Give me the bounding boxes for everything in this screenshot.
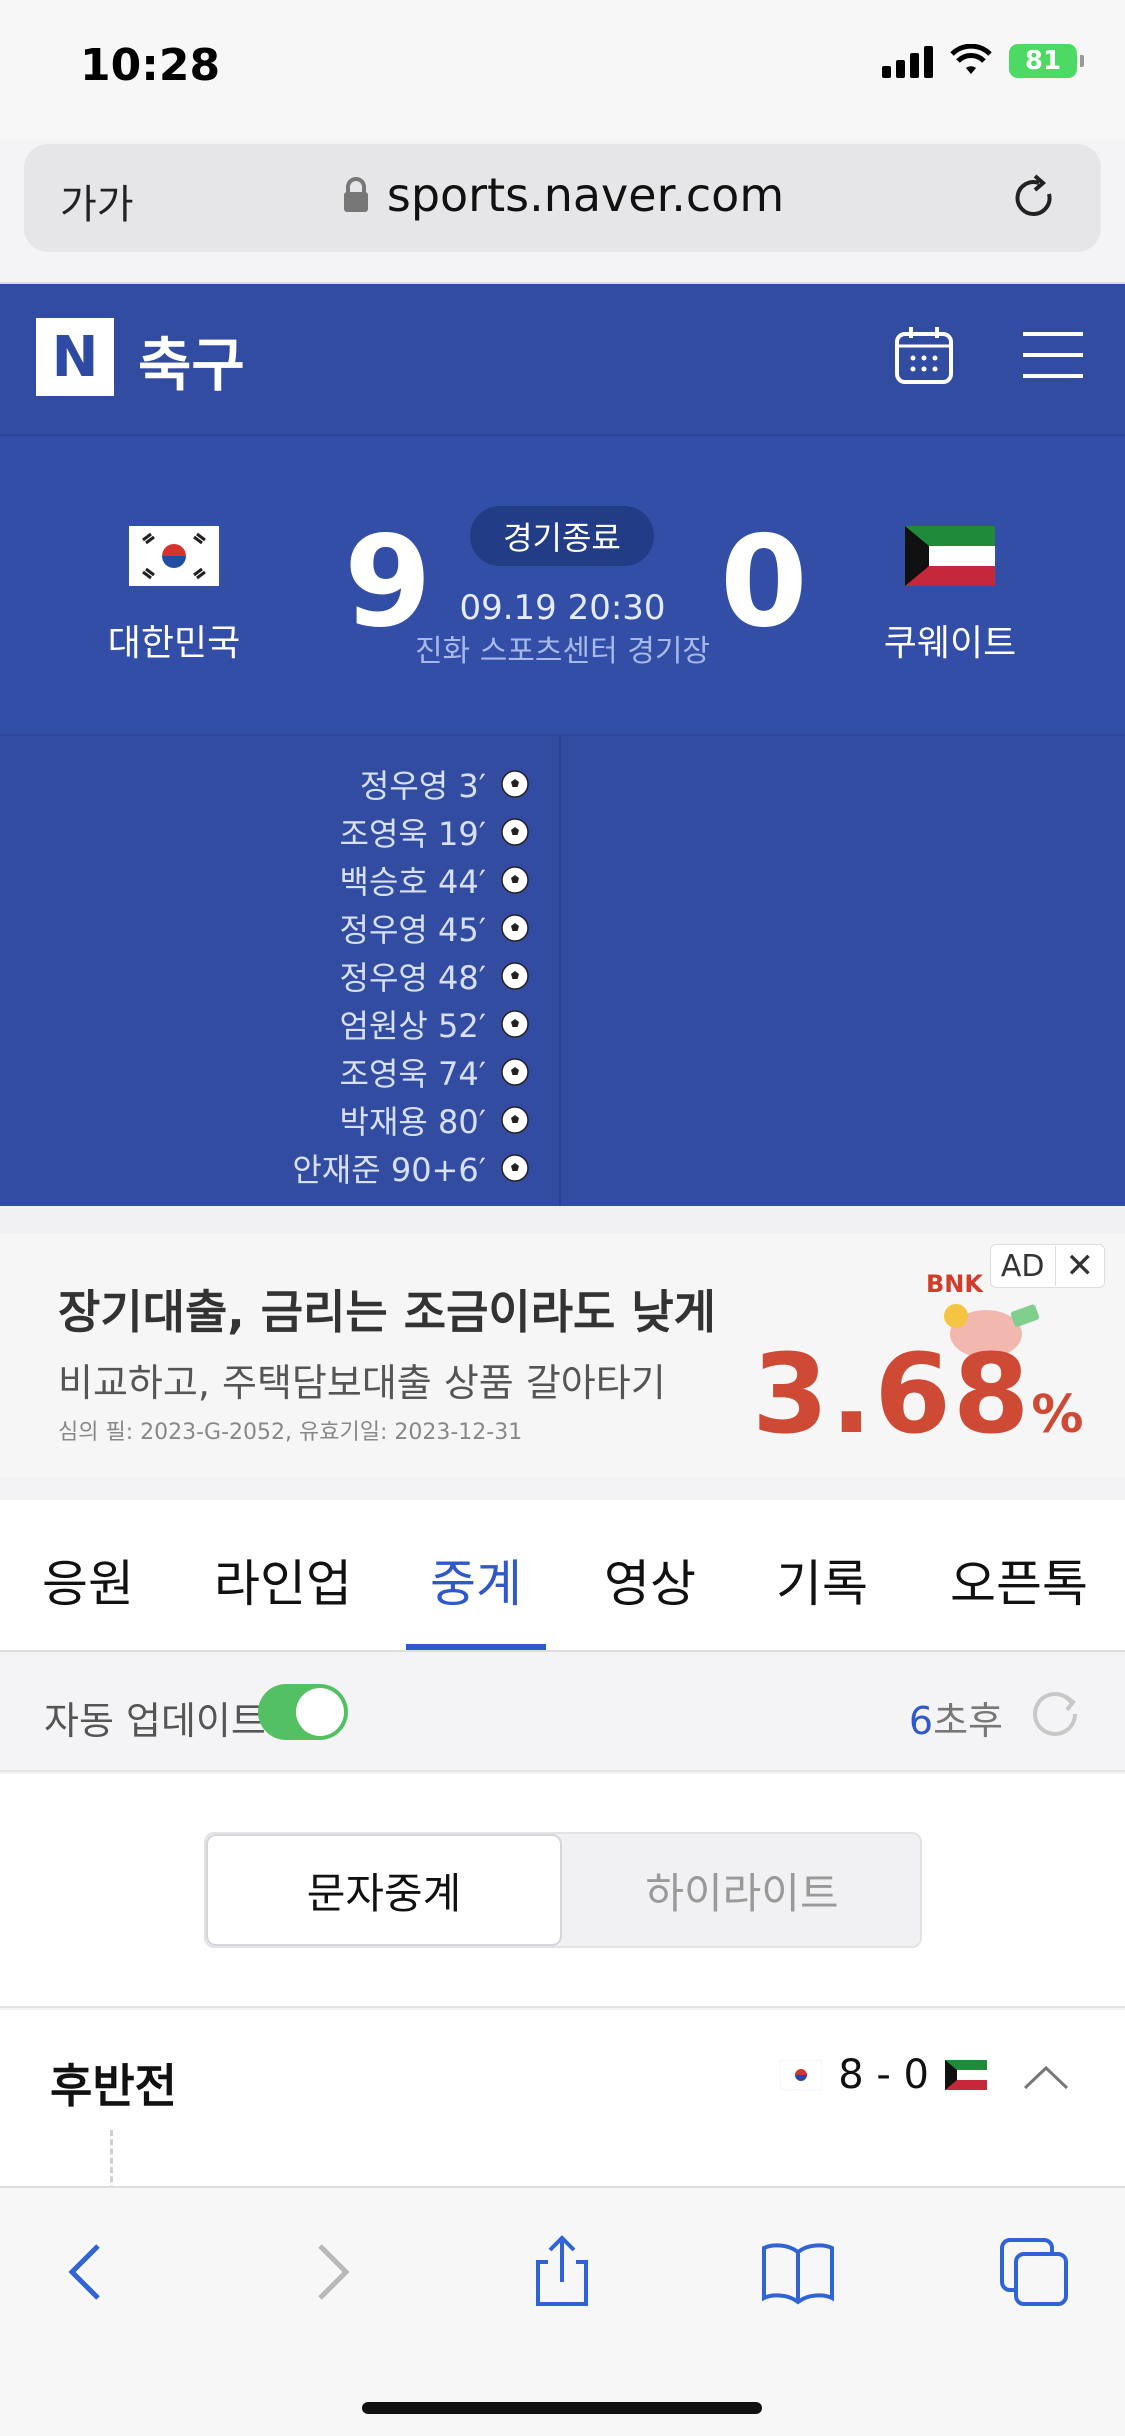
lock-icon: [343, 177, 368, 212]
share-icon[interactable]: [524, 2234, 600, 2310]
soccer-ball-icon: [501, 866, 529, 894]
cellular-signal-icon: [882, 44, 933, 78]
korea-flag-icon: [129, 526, 219, 586]
goal-row: 정우영 48′: [0, 952, 530, 1000]
goal-row: 박재용 80′: [0, 1096, 530, 1144]
home-goal-list: 정우영 3′ 조영욱 19′ 백승호 44′ 정우영 45′ 정우영 48′ 엄…: [0, 760, 530, 1192]
ad-rate-value: 3.68: [752, 1330, 1032, 1458]
ad-close-icon[interactable]: ✕: [1054, 1246, 1105, 1286]
goal-row: 정우영 3′: [0, 760, 530, 808]
ad-note: 심의 필: 2023-G-2052, 유효기일: 2023-12-31: [58, 1420, 523, 1445]
goal-text: 엄원상 52′: [339, 1007, 486, 1045]
goal-text: 정우영 3′: [359, 767, 486, 805]
auto-update-toggle[interactable]: [258, 1684, 348, 1740]
url-text: sports.naver.com: [386, 168, 785, 222]
half-section: 후반전 8 - 0: [0, 2010, 1125, 2210]
soccer-ball-icon: [501, 818, 529, 846]
auto-update-label: 자동 업데이트: [44, 1699, 266, 1743]
countdown-number: 6: [908, 1699, 934, 1743]
calendar-icon[interactable]: [893, 324, 955, 386]
ad-banner[interactable]: 장기대출, 금리는 조금이라도 낮게 비교하고, 주택담보대출 상품 갈아타기 …: [0, 1206, 1125, 1506]
auto-update-bar: 자동 업데이트 6초후: [0, 1652, 1125, 1772]
goal-row: 조영욱 74′: [0, 1048, 530, 1096]
goal-text: 박재용 80′: [339, 1103, 486, 1141]
wifi-icon: [950, 44, 992, 74]
goal-text: 정우영 45′: [339, 911, 486, 949]
bookmarks-icon[interactable]: [760, 2234, 836, 2310]
kuwait-flag-icon: [905, 526, 995, 586]
ad-rate: 3.68%: [752, 1330, 1086, 1458]
soccer-ball-icon: [501, 1106, 529, 1134]
refresh-icon[interactable]: [1027, 1684, 1083, 1740]
away-team[interactable]: 쿠웨이트: [820, 526, 1080, 666]
status-time: 10:28: [80, 40, 221, 91]
active-tab-indicator: [406, 1644, 546, 1650]
hamburger-menu-icon[interactable]: [1023, 330, 1083, 380]
goal-row: 엄원상 52′: [0, 1000, 530, 1048]
tab-stats[interactable]: 기록: [776, 1544, 868, 1616]
half-title: 후반전: [50, 2059, 177, 2113]
soccer-ball-icon: [501, 1010, 529, 1038]
tab-broadcast[interactable]: 중계: [430, 1544, 522, 1616]
home-indicator: [362, 2402, 762, 2414]
soccer-ball-icon: [501, 1154, 529, 1182]
goal-scorers: 정우영 3′ 조영욱 19′ 백승호 44′ 정우영 45′ 정우영 48′ 엄…: [0, 734, 1125, 1208]
ad-title: 장기대출, 금리는 조금이라도 낮게: [58, 1285, 716, 1339]
tab-cheer[interactable]: 응원: [42, 1544, 134, 1616]
back-icon[interactable]: [52, 2234, 128, 2310]
naver-logo[interactable]: N: [36, 318, 114, 396]
browser-toolbar: [0, 2186, 1125, 2436]
text-commentary-button[interactable]: 문자중계: [206, 1834, 562, 1946]
goal-row: 백승호 44′: [0, 856, 530, 904]
ad-label: AD: [1000, 1248, 1045, 1284]
commentary-mode-area: 문자중계 하이라이트: [0, 1774, 1125, 2008]
kuwait-flag-icon: [945, 2060, 987, 2090]
tab-video[interactable]: 영상: [604, 1544, 696, 1616]
tabs-icon[interactable]: [996, 2234, 1072, 2310]
goal-row: 정우영 45′: [0, 904, 530, 952]
goal-row: 조영욱 19′: [0, 808, 530, 856]
status-bar: 10:28 81: [0, 0, 1125, 140]
goals-divider: [559, 736, 561, 1208]
half-score: 8 - 0: [780, 2052, 987, 2098]
tab-lineup[interactable]: 라인업: [214, 1544, 352, 1616]
away-team-name: 쿠웨이트: [883, 623, 1017, 664]
match-tabs: 응원 라인업 중계 영상 기록 오픈톡: [0, 1500, 1125, 1652]
ad-badge: AD ✕: [989, 1244, 1105, 1288]
soccer-ball-icon: [501, 770, 529, 798]
half-score-text: 8 - 0: [838, 2052, 929, 2098]
soccer-ball-icon: [501, 1058, 529, 1086]
ad-subtitle: 비교하고, 주택담보대출 상품 갈아타기: [58, 1361, 666, 1405]
ad-content[interactable]: 장기대출, 금리는 조금이라도 낮게 비교하고, 주택담보대출 상품 갈아타기 …: [0, 1234, 1125, 1478]
url-display[interactable]: sports.naver.com: [24, 168, 1101, 222]
goal-row: 안재준 90+6′: [0, 1144, 530, 1192]
chevron-up-icon[interactable]: [1021, 2062, 1071, 2092]
goal-text: 안재준 90+6′: [292, 1151, 486, 1189]
countdown-suffix: 초후: [933, 1699, 1003, 1743]
highlight-button[interactable]: 하이라이트: [564, 1834, 920, 1946]
battery-icon: 81: [1009, 44, 1084, 78]
match-status-badge: 경기종료: [470, 506, 654, 566]
soccer-ball-icon: [501, 962, 529, 990]
goal-text: 백승호 44′: [339, 863, 486, 901]
goal-text: 정우영 48′: [339, 959, 486, 997]
goal-text: 조영욱 19′: [339, 815, 486, 853]
commentary-mode-switch: 문자중계 하이라이트: [204, 1832, 922, 1948]
address-bar[interactable]: 가가 sports.naver.com: [24, 144, 1101, 252]
site-header: N 축구: [0, 284, 1125, 434]
refresh-countdown: 6초후: [909, 1690, 1003, 1745]
reload-icon[interactable]: [1009, 172, 1061, 224]
korea-flag-icon: [780, 2060, 823, 2090]
forward-icon[interactable]: [290, 2234, 366, 2310]
status-icons: 81: [882, 44, 1084, 78]
goal-text: 조영욱 74′: [339, 1055, 486, 1093]
page-title[interactable]: 축구: [138, 318, 245, 402]
soccer-ball-icon: [501, 914, 529, 942]
tab-open-talk[interactable]: 오픈톡: [950, 1544, 1088, 1616]
scoreboard: 대한민국 9 경기종료 0 09.19 20:30 진화 스포츠센터 경기장 쿠…: [0, 434, 1125, 734]
ad-rate-unit: %: [1031, 1385, 1086, 1445]
